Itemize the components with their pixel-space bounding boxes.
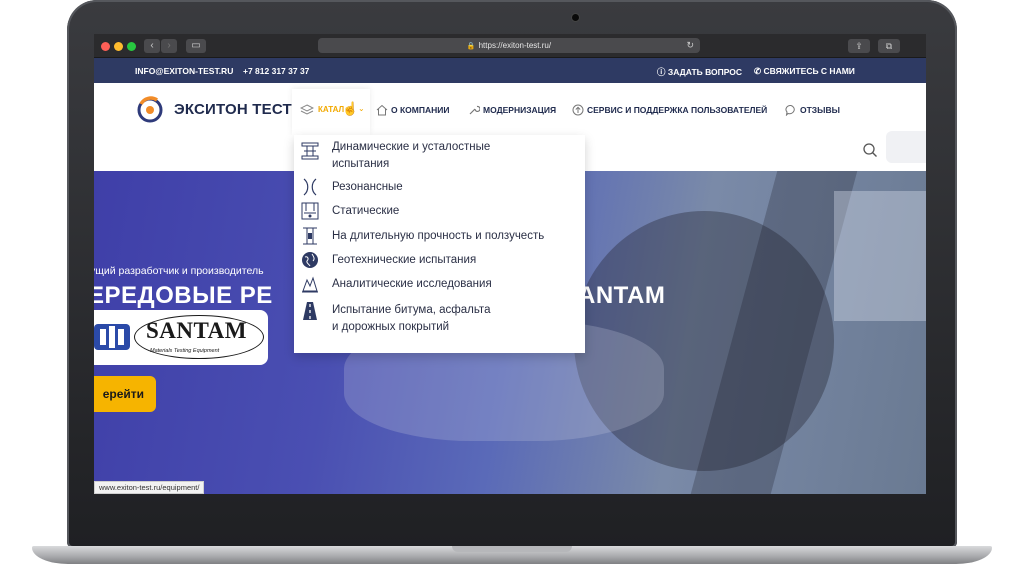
dropdown-item-label: Испытание битума, асфальта и дорожных по… bbox=[332, 304, 491, 333]
santam-brand-name: SANTAM bbox=[146, 318, 247, 343]
arrow-up-circle-icon bbox=[572, 104, 584, 116]
nav-reviews-label: ОТЗЫВЫ bbox=[800, 105, 840, 115]
chevron-down-icon: ⌄ bbox=[358, 104, 365, 113]
browser-toolbar: ‹ › ▭ 🔒 https://exiton-test.ru/ ↻ ⇪ ⧉ bbox=[94, 34, 926, 58]
dropdown-item-label: Аналитические исследования bbox=[332, 278, 492, 290]
hero-subtitle: ущий разработчик и производитель bbox=[94, 265, 264, 277]
nav-about-label: О КОМПАНИИ bbox=[391, 105, 450, 115]
static-test-icon bbox=[301, 202, 319, 220]
analytics-icon bbox=[302, 276, 318, 293]
logo-text[interactable]: ЭКСИТОН ТЕСТ bbox=[174, 101, 292, 118]
search-icon[interactable] bbox=[862, 142, 878, 158]
dropdown-item-analytics[interactable]: Аналитические исследования bbox=[294, 276, 585, 296]
nav-modernization-label: МОДЕРНИЗАЦИЯ bbox=[483, 105, 557, 115]
contact-us-label: СВЯЖИТЕСЬ С НАМИ bbox=[763, 66, 855, 76]
maximize-window-button[interactable] bbox=[127, 42, 136, 51]
reload-icon[interactable]: ↻ bbox=[686, 38, 694, 53]
email-link[interactable]: INFO@EXITON-TEST.RU bbox=[135, 66, 233, 76]
sidebar-toggle-icon[interactable]: ▭ bbox=[186, 39, 206, 53]
resonance-icon bbox=[303, 178, 317, 196]
dropdown-item-label: Геотехнические испытания bbox=[332, 254, 477, 266]
site-header: ЭКСИТОН ТЕСТ КАТАЛ ☝ ⌄ О КОМПАНИИ МОДЕРН… bbox=[94, 83, 926, 135]
nav-modernization[interactable]: МОДЕРНИЗАЦИЯ bbox=[468, 104, 556, 116]
logo-icon[interactable] bbox=[135, 95, 165, 125]
santam-logo: SANTAM Materials Testing Equipment bbox=[94, 310, 268, 365]
nav-reviews[interactable]: ОТЗЫВЫ bbox=[785, 104, 840, 116]
ask-question-link[interactable]: ⓘ ЗАДАТЬ ВОПРОС bbox=[657, 66, 742, 78]
dropdown-item-road[interactable]: Испытание битума, асфальта и дорожных по… bbox=[294, 302, 585, 338]
dropdown-item-label: На длительную прочность и ползучесть bbox=[332, 230, 545, 242]
status-bar-url: www.exiton-test.ru/equipment/ bbox=[94, 481, 205, 494]
lock-icon: 🔒 bbox=[466, 43, 476, 50]
dropdown-item-label: Статические bbox=[332, 205, 400, 217]
dynamic-test-icon bbox=[301, 142, 319, 160]
laptop-base bbox=[32, 546, 992, 564]
url-text: https://exiton-test.ru/ bbox=[478, 41, 552, 50]
road-icon bbox=[303, 302, 317, 320]
hero-title-right: ANTAM bbox=[578, 282, 666, 309]
home-icon bbox=[376, 104, 388, 116]
share-icon[interactable]: ⇪ bbox=[848, 39, 870, 53]
top-info-bar: INFO@EXITON-TEST.RU +7 812 317 37 37 ⓘ З… bbox=[94, 58, 926, 83]
question-icon: ⓘ bbox=[657, 67, 666, 77]
go-button[interactable]: ерейти bbox=[94, 376, 156, 412]
hero-title-left: ЕРЕДОВЫЕ РЕ bbox=[94, 282, 273, 309]
dropdown-item-label: Резонансные bbox=[332, 181, 403, 193]
nav-catalog[interactable]: КАТАЛ ☝ ⌄ bbox=[292, 89, 370, 135]
phone-link[interactable]: +7 812 317 37 37 bbox=[243, 66, 309, 76]
camera bbox=[572, 14, 579, 21]
santam-tagline: Materials Testing Equipment bbox=[150, 348, 220, 354]
search-input[interactable] bbox=[886, 131, 926, 163]
contact-us-link[interactable]: ✆ СВЯЖИТЕСЬ С НАМИ bbox=[754, 66, 855, 77]
dropdown-item-geotech[interactable]: Геотехнические испытания bbox=[294, 252, 585, 272]
close-window-button[interactable] bbox=[101, 42, 110, 51]
phone-icon: ✆ bbox=[754, 66, 762, 76]
nav-about[interactable]: О КОМПАНИИ bbox=[376, 104, 449, 116]
dropdown-item-creep[interactable]: На длительную прочность и ползучесть bbox=[294, 227, 585, 248]
nav-service-label: СЕРВИС И ПОДДЕРЖКА ПОЛЬЗОВАТЕЛЕЙ bbox=[587, 105, 768, 115]
layers-icon bbox=[300, 104, 314, 115]
dropdown-item-resonance[interactable]: Резонансные bbox=[294, 178, 585, 199]
base-notch bbox=[452, 546, 572, 552]
address-bar[interactable]: 🔒 https://exiton-test.ru/ ↻ bbox=[318, 38, 700, 53]
dropdown-item-static[interactable]: Статические bbox=[294, 202, 585, 223]
ask-question-label: ЗАДАТЬ ВОПРОС bbox=[667, 67, 743, 77]
santam-mark-icon bbox=[94, 324, 130, 350]
back-button[interactable]: ‹ bbox=[144, 39, 160, 53]
nav-service[interactable]: СЕРВИС И ПОДДЕРЖКА ПОЛЬЗОВАТЕЛЕЙ bbox=[572, 104, 767, 116]
dropdown-item-dynamic[interactable]: Динамические и усталостные испытания bbox=[294, 139, 585, 173]
wrench-icon bbox=[469, 105, 480, 115]
forward-button[interactable]: › bbox=[161, 39, 177, 53]
screen: ‹ › ▭ 🔒 https://exiton-test.ru/ ↻ ⇪ ⧉ INF… bbox=[94, 34, 926, 494]
hand-cursor-icon: ☝ bbox=[342, 101, 359, 116]
nav-catalog-label: КАТАЛ bbox=[318, 105, 345, 114]
tabs-icon[interactable]: ⧉ bbox=[878, 39, 900, 53]
dropdown-item-label: Динамические и усталостные испытания bbox=[332, 141, 491, 170]
minimize-window-button[interactable] bbox=[114, 42, 123, 51]
chat-bubble-icon bbox=[785, 104, 795, 116]
globe-icon bbox=[302, 252, 318, 268]
hero-background-shape bbox=[834, 191, 926, 321]
catalog-dropdown: Динамические и усталостные испытания Рез… bbox=[294, 135, 585, 353]
creep-test-icon bbox=[303, 227, 317, 245]
